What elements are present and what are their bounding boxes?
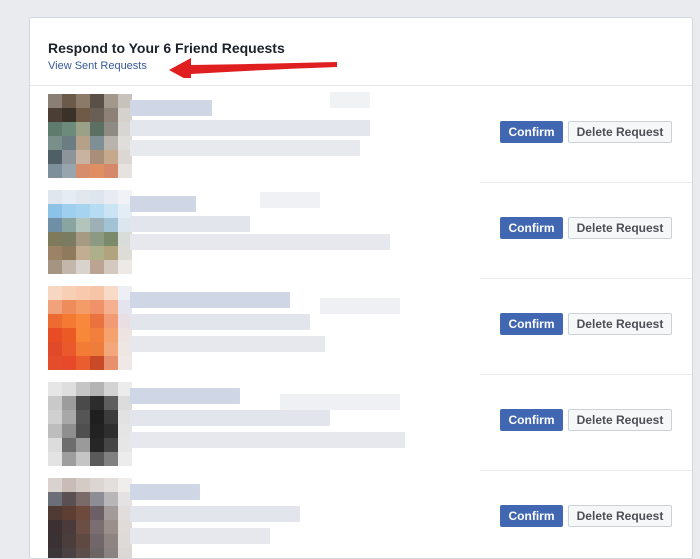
panel-header: Respond to Your 6 Friend Requests View S… [30,18,692,86]
confirm-button[interactable]: Confirm [500,121,563,143]
avatar[interactable] [48,478,132,558]
friend-request-row: Confirm Delete Request [30,470,692,558]
blurred-profile-text [130,314,310,330]
blurred-profile-text [320,298,400,314]
row-divider [480,374,692,375]
delete-request-button[interactable]: Delete Request [568,217,672,239]
blurred-profile-text [260,192,320,208]
blurred-profile-text [130,432,405,448]
friend-requests-panel: Respond to Your 6 Friend Requests View S… [29,17,693,559]
blurred-profile-text [130,196,196,212]
blurred-profile-text [130,216,250,232]
blurred-profile-text [130,388,240,404]
blurred-profile-text [130,410,330,426]
red-arrow-annotation [169,58,337,78]
blurred-profile-text [130,120,370,136]
row-divider [480,182,692,183]
row-divider [480,470,692,471]
delete-request-button[interactable]: Delete Request [568,505,672,527]
blurred-profile-text [130,528,270,544]
confirm-button[interactable]: Confirm [500,217,563,239]
blurred-profile-text [130,336,325,352]
blurred-profile-text [130,292,290,308]
blurred-profile-text [130,484,200,500]
avatar[interactable] [48,382,132,466]
avatar[interactable] [48,94,132,178]
delete-request-button[interactable]: Delete Request [568,313,672,335]
friend-request-row: Confirm Delete Request [30,278,692,374]
friend-request-row: Confirm Delete Request [30,374,692,470]
view-sent-requests-link[interactable]: View Sent Requests [48,60,147,72]
friend-request-row: Confirm Delete Request [30,86,692,182]
blurred-profile-text [130,100,212,116]
friend-request-row: Confirm Delete Request [30,182,692,278]
delete-request-button[interactable]: Delete Request [568,409,672,431]
blurred-profile-text [330,92,370,108]
avatar[interactable] [48,286,132,370]
confirm-button[interactable]: Confirm [500,505,563,527]
blurred-profile-text [130,140,360,156]
confirm-button[interactable]: Confirm [500,409,563,431]
blurred-profile-text [130,506,300,522]
row-divider [480,278,692,279]
delete-request-button[interactable]: Delete Request [568,121,672,143]
blurred-profile-text [280,394,400,410]
blurred-profile-text [130,234,390,250]
confirm-button[interactable]: Confirm [500,313,563,335]
avatar[interactable] [48,190,132,274]
